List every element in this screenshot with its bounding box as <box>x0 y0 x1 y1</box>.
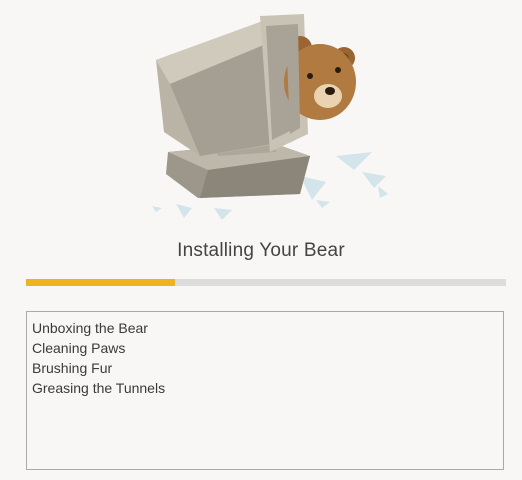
progress-bar <box>26 279 506 286</box>
log-line: Brushing Fur <box>32 360 113 376</box>
install-log[interactable]: Unboxing the Bear Cleaning Paws Brushing… <box>26 311 504 470</box>
log-line: Unboxing the Bear <box>32 320 148 336</box>
page-title: Installing Your Bear <box>177 240 345 261</box>
log-line: Greasing the Tunnels <box>32 380 166 396</box>
log-line: Cleaning Paws <box>32 340 126 356</box>
progress-bar-fill <box>26 279 175 286</box>
bear-in-computer-illustration <box>140 4 400 222</box>
